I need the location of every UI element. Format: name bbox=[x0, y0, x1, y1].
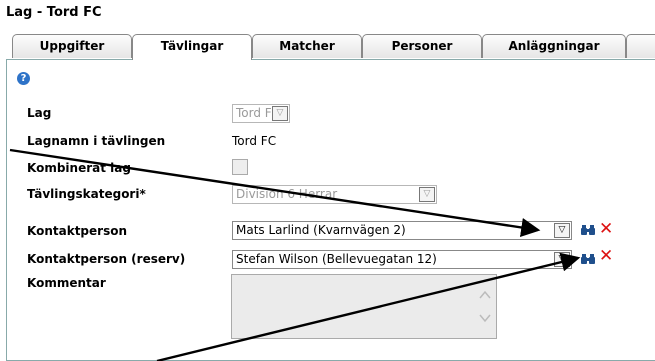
chevron-down-icon[interactable]: ▽ bbox=[554, 223, 570, 238]
tab-tavlingar[interactable]: Tävlingar bbox=[132, 34, 252, 60]
delete-icon[interactable]: ✕ bbox=[599, 221, 613, 238]
kontakt-label: Kontaktperson bbox=[27, 224, 128, 238]
tab-uppgifter[interactable]: Uppgifter bbox=[12, 34, 132, 58]
page-title: Lag - Tord FC bbox=[6, 5, 102, 20]
delete-icon[interactable]: ✕ bbox=[599, 248, 613, 265]
chevron-down-icon: ▽ bbox=[272, 106, 288, 121]
lagnamn-label: Lagnamn i tävlingen bbox=[27, 134, 166, 148]
scroll-down-icon[interactable] bbox=[479, 312, 491, 324]
lagnamn-value: Tord FC bbox=[232, 134, 277, 148]
kategori-select: Division 6 Herrar ▽ bbox=[232, 185, 437, 204]
kontakt-reserv-select-value: Stefan Wilson (Bellevuegatan 12) bbox=[236, 252, 437, 266]
kategori-label: Tävlingskategori* bbox=[27, 187, 146, 201]
binoculars-icon[interactable] bbox=[581, 253, 595, 265]
help-icon[interactable]: ? bbox=[17, 72, 30, 85]
tab-anlaggningar[interactable]: Anläggningar bbox=[482, 34, 626, 58]
kategori-select-value: Division 6 Herrar bbox=[236, 187, 338, 201]
kontakt-select[interactable]: Mats Larlind (Kvarnvägen 2) ▽ bbox=[232, 221, 572, 240]
kontakt-reserv-select[interactable]: Stefan Wilson (Bellevuegatan 12) ▽ bbox=[232, 250, 572, 269]
kontakt-select-value: Mats Larlind (Kvarnvägen 2) bbox=[236, 223, 406, 237]
kontakt-reserv-label: Kontaktperson (reserv) bbox=[27, 252, 186, 266]
chevron-down-icon[interactable]: ▽ bbox=[554, 252, 570, 267]
tab-panel: ? Lag Tord FC ▽ Lagnamn i tävlingen Tord… bbox=[6, 59, 655, 361]
binoculars-icon[interactable] bbox=[581, 224, 595, 236]
lag-select: Tord FC ▽ bbox=[232, 104, 290, 123]
scroll-up-icon[interactable] bbox=[479, 289, 491, 301]
tab-matcher[interactable]: Matcher bbox=[252, 34, 362, 58]
kombinerat-label: Kombinerat lag bbox=[27, 161, 131, 175]
tab-personer[interactable]: Personer bbox=[362, 34, 482, 58]
kommentar-label: Kommentar bbox=[27, 276, 106, 290]
kombinerat-checkbox bbox=[232, 159, 248, 175]
tab-bar: Uppgifter Tävlingar Matcher Personer Anl… bbox=[6, 34, 655, 60]
tab-overflow[interactable] bbox=[626, 34, 655, 58]
lag-label: Lag bbox=[27, 106, 52, 120]
kommentar-textarea[interactable] bbox=[231, 274, 497, 339]
chevron-down-icon: ▽ bbox=[419, 187, 435, 202]
